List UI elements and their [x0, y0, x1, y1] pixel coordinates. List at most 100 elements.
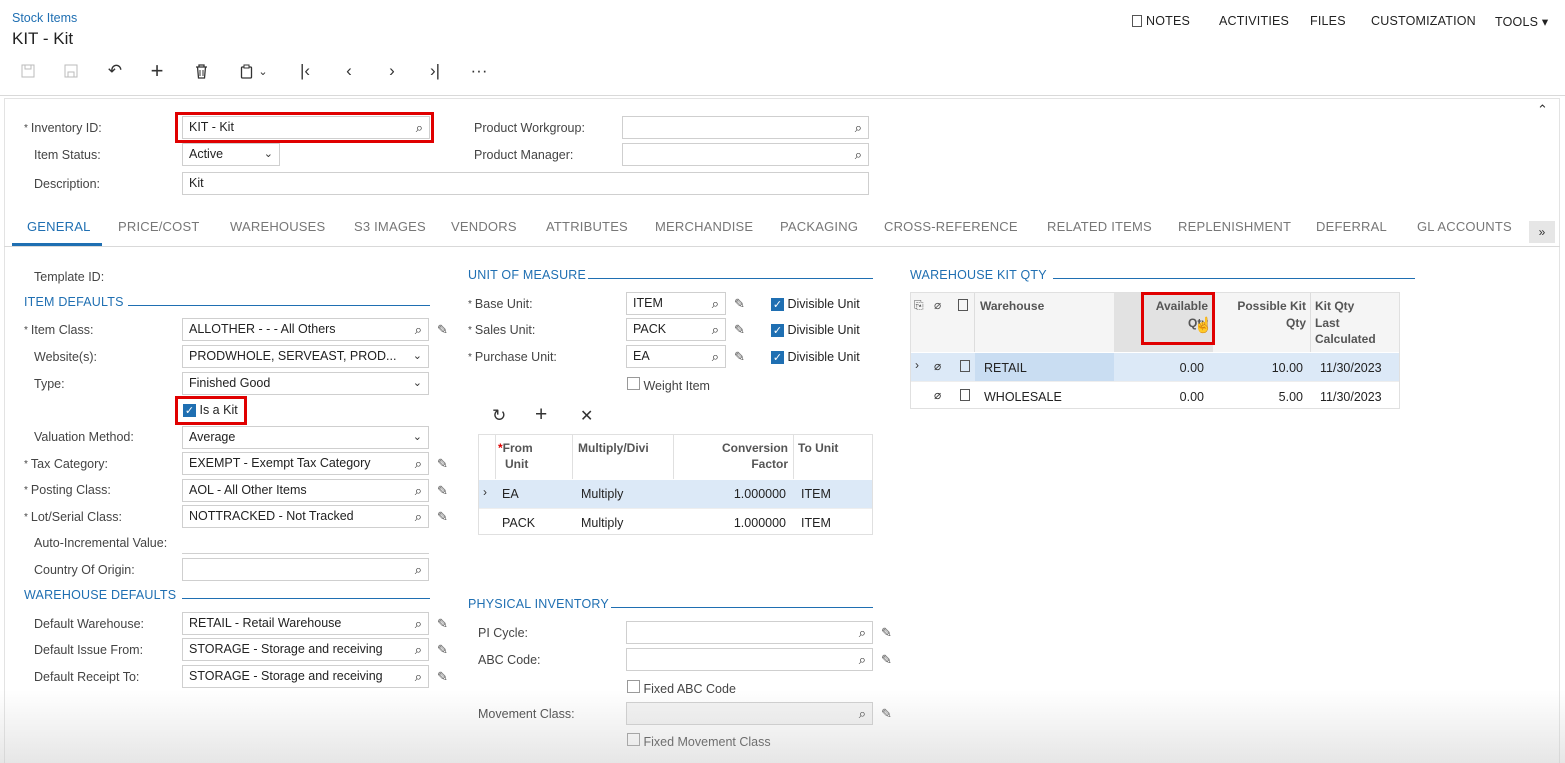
multiply-divide-cell[interactable]: Multiply — [581, 487, 623, 501]
default-receipt-to-field[interactable]: STORAGE - Storage and receiving ⌕ — [182, 665, 429, 688]
conversion-factor-header[interactable]: Conversion — [680, 441, 788, 455]
tools-menu[interactable]: TOOLS ▾ — [1495, 14, 1548, 29]
country-of-origin-field[interactable]: ⌕ — [182, 558, 429, 581]
description-field[interactable]: Kit — [182, 172, 869, 195]
to-unit-header[interactable]: To Unit — [798, 441, 838, 455]
default-warehouse-field[interactable]: RETAIL - Retail Warehouse ⌕ — [182, 612, 429, 635]
edit-pencil-icon[interactable]: ✎ — [437, 509, 448, 525]
more-tabs-icon[interactable]: » — [1529, 221, 1555, 243]
tab-price-cost[interactable]: PRICE/COST — [118, 219, 199, 234]
conversion-factor-cell[interactable]: 1.000000 — [680, 487, 786, 501]
add-icon[interactable]: + — [144, 58, 170, 83]
search-icon[interactable]: ⌕ — [859, 706, 866, 722]
item-class-field[interactable]: ALLOTHER - - - All Others ⌕ — [182, 318, 429, 341]
search-icon[interactable]: ⌕ — [712, 349, 719, 365]
available-qty-cell[interactable]: 0.00 — [1120, 390, 1204, 404]
search-icon[interactable]: ⌕ — [712, 296, 719, 312]
warehouse-cell[interactable]: WHOLESALE — [984, 390, 1062, 404]
item-status-select[interactable]: Active ⌄ — [182, 143, 280, 166]
edit-pencil-icon[interactable]: ✎ — [881, 625, 892, 641]
save-icon[interactable] — [58, 60, 84, 82]
activities-button[interactable]: ACTIVITIES — [1219, 14, 1289, 28]
search-icon[interactable]: ⌕ — [712, 322, 719, 338]
available-qty-cell[interactable]: 0.00 — [1120, 361, 1204, 375]
fixed-abc-code-checkbox[interactable]: Fixed ABC Code — [627, 680, 736, 696]
search-icon[interactable]: ⌕ — [415, 669, 422, 685]
search-icon[interactable]: ⌕ — [415, 456, 422, 472]
multiply-divide-cell[interactable]: Multiply — [581, 516, 623, 530]
default-issue-from-field[interactable]: STORAGE - Storage and receiving ⌕ — [182, 638, 429, 661]
base-unit-field[interactable]: ITEM ⌕ — [626, 292, 726, 315]
possible-kit-qty-cell[interactable]: 5.00 — [1218, 390, 1303, 404]
to-unit-cell[interactable]: ITEM — [801, 516, 831, 530]
first-record-icon[interactable]: |‹ — [292, 60, 318, 82]
edit-pencil-icon[interactable]: ✎ — [734, 322, 745, 338]
valuation-method-select[interactable]: Average ⌄ — [182, 426, 429, 449]
refresh-icon[interactable]: ↻ — [492, 406, 506, 426]
search-icon[interactable]: ⌕ — [415, 616, 422, 632]
from-unit-cell[interactable]: PACK — [502, 516, 535, 530]
abc-code-field[interactable]: ⌕ — [626, 648, 873, 671]
breadcrumb[interactable]: Stock Items — [12, 11, 77, 25]
collapse-icon[interactable]: ⌃ — [1537, 102, 1548, 118]
tab-attributes[interactable]: ATTRIBUTES — [546, 219, 628, 234]
delete-row-icon[interactable]: ✕ — [580, 406, 593, 426]
sales-divisible-checkbox[interactable]: ✓ Divisible Unit — [771, 323, 860, 337]
edit-pencil-icon[interactable]: ✎ — [437, 483, 448, 499]
edit-pencil-icon[interactable]: ✎ — [437, 669, 448, 685]
fixed-movement-class-checkbox[interactable]: Fixed Movement Class — [627, 733, 771, 749]
tab-replenishment[interactable]: REPLENISHMENT — [1178, 219, 1291, 234]
note-icon[interactable] — [960, 389, 970, 401]
purchase-divisible-checkbox[interactable]: ✓ Divisible Unit — [771, 350, 860, 364]
undo-icon[interactable]: ↶ — [102, 60, 128, 82]
product-manager-field[interactable]: ⌕ — [622, 143, 869, 166]
possible-kit-qty-cell[interactable]: 10.00 — [1218, 361, 1303, 375]
pi-cycle-field[interactable]: ⌕ — [626, 621, 873, 644]
from-unit-header[interactable]: *From — [498, 441, 533, 455]
purchase-unit-field[interactable]: EA ⌕ — [626, 345, 726, 368]
search-icon[interactable]: ⌕ — [859, 625, 866, 641]
type-select[interactable]: Finished Good ⌄ — [182, 372, 429, 395]
tab-general[interactable]: GENERAL — [27, 219, 91, 234]
tax-category-field[interactable]: EXEMPT - Exempt Tax Category ⌕ — [182, 452, 429, 475]
tab-s3-images[interactable]: S3 IMAGES — [354, 219, 426, 234]
more-icon[interactable]: ··· — [466, 60, 492, 82]
weight-item-checkbox[interactable]: Weight Item — [627, 377, 710, 393]
notes-button[interactable]: NOTES — [1132, 14, 1190, 28]
from-unit-cell[interactable]: EA — [502, 487, 519, 501]
warehouse-cell[interactable]: RETAIL — [984, 361, 1027, 375]
tab-cross-reference[interactable]: CROSS-REFERENCE — [884, 219, 1018, 234]
last-record-icon[interactable]: ›| — [422, 60, 448, 82]
search-icon[interactable]: ⌕ — [415, 562, 422, 578]
to-unit-cell[interactable]: ITEM — [801, 487, 831, 501]
delete-icon[interactable] — [188, 60, 214, 82]
edit-pencil-icon[interactable]: ✎ — [734, 296, 745, 312]
posting-class-field[interactable]: AOL - All Other Items ⌕ — [182, 479, 429, 502]
tab-warehouses[interactable]: WAREHOUSES — [230, 219, 325, 234]
websites-select[interactable]: PRODWHOLE, SERVEAST, PROD... ⌄ — [182, 345, 429, 368]
tab-packaging[interactable]: PACKAGING — [780, 219, 858, 234]
base-divisible-checkbox[interactable]: ✓ Divisible Unit — [771, 297, 860, 311]
next-record-icon[interactable]: › — [379, 60, 405, 82]
edit-pencil-icon[interactable]: ✎ — [881, 706, 892, 722]
search-icon[interactable]: ⌕ — [855, 147, 862, 163]
edit-pencil-icon[interactable]: ✎ — [437, 616, 448, 632]
tab-gl-accounts[interactable]: GL ACCOUNTS — [1417, 219, 1512, 234]
edit-pencil-icon[interactable]: ✎ — [734, 349, 745, 365]
last-calculated-cell[interactable]: 11/30/2023 — [1320, 390, 1382, 404]
attachment-icon[interactable]: ⌀ — [934, 359, 941, 373]
search-icon[interactable]: ⌕ — [415, 509, 422, 525]
search-icon[interactable]: ⌕ — [415, 642, 422, 658]
add-row-icon[interactable]: + — [535, 403, 547, 427]
lot-serial-class-field[interactable]: NOTTRACKED - Not Tracked ⌕ — [182, 505, 429, 528]
edit-pencil-icon[interactable]: ✎ — [437, 456, 448, 472]
conversion-factor-cell[interactable]: 1.000000 — [680, 516, 786, 530]
sales-unit-field[interactable]: PACK ⌕ — [626, 318, 726, 341]
tab-merchandise[interactable]: MERCHANDISE — [655, 219, 753, 234]
warehouse-header[interactable]: Warehouse — [980, 299, 1044, 313]
customization-button[interactable]: CUSTOMIZATION — [1371, 14, 1476, 28]
previous-record-icon[interactable]: ‹ — [336, 60, 362, 82]
search-icon[interactable]: ⌕ — [859, 652, 866, 668]
search-icon[interactable]: ⌕ — [415, 322, 422, 338]
clipboard-icon[interactable]: ⌄ — [234, 60, 274, 82]
